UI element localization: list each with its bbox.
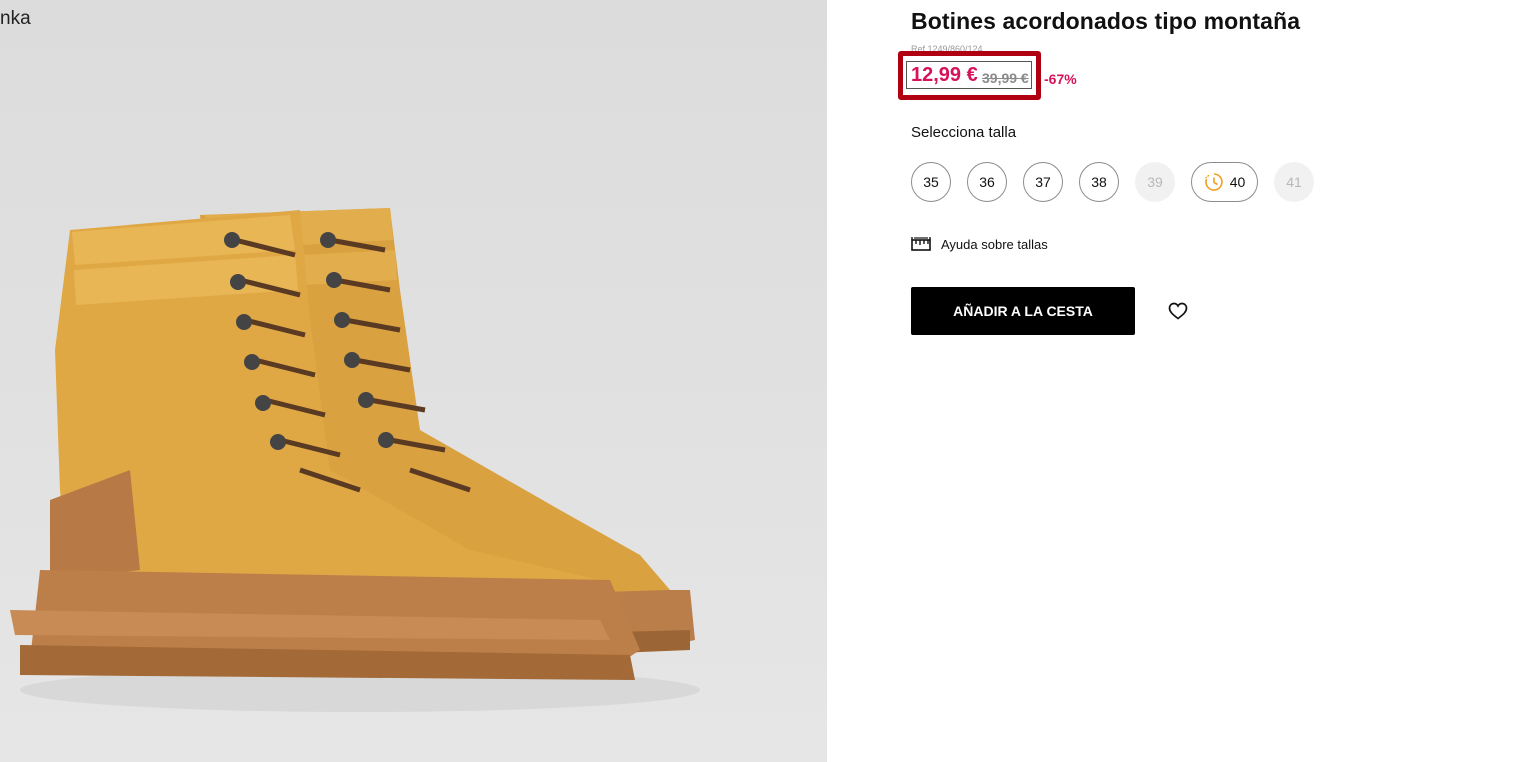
size-option-41[interactable]: 41 (1274, 162, 1314, 202)
current-price: 12,99 € (911, 64, 978, 86)
discount-badge: -67% (1044, 71, 1077, 87)
add-to-cart-button[interactable]: AÑADIR A LA CESTA (911, 287, 1135, 335)
boot-illustration (10, 208, 700, 712)
size-option-37[interactable]: 37 (1023, 162, 1063, 202)
image-overlay-text: nka (0, 8, 31, 29)
size-option-40[interactable]: 40 (1191, 162, 1258, 202)
size-option-36[interactable]: 36 (967, 162, 1007, 202)
ruler-icon (911, 237, 931, 251)
favorite-button[interactable] (1167, 300, 1189, 322)
size-help-label: Ayuda sobre tallas (941, 236, 1048, 252)
size-selector-label: Selecciona talla (911, 124, 1017, 141)
product-image[interactable]: nka (0, 0, 827, 762)
heart-icon (1168, 302, 1188, 320)
size-option-40-label: 40 (1229, 174, 1246, 190)
size-option-38[interactable]: 38 (1079, 162, 1119, 202)
original-price: 39,99 € (982, 70, 1029, 86)
product-title: Botines acordonados tipo montaña (911, 8, 1301, 34)
size-help-link[interactable]: Ayuda sobre tallas (911, 236, 1048, 252)
size-option-35[interactable]: 35 (911, 162, 951, 202)
product-page: nka Botines acordonados tipo montaña Ref… (0, 0, 1519, 762)
size-option-39[interactable]: 39 (1135, 162, 1175, 202)
clock-icon (1204, 173, 1223, 191)
